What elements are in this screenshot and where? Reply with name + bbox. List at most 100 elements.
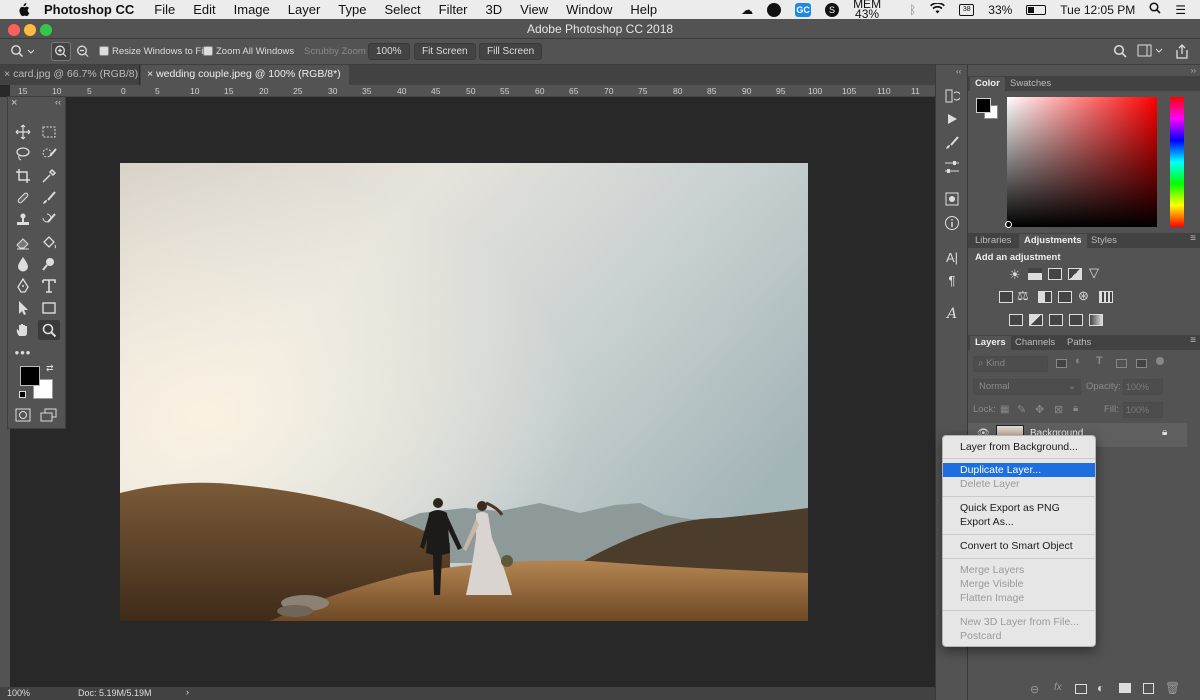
character-panel-icon[interactable]: A| xyxy=(943,248,961,266)
workspace-switcher-icon[interactable] xyxy=(1137,44,1163,61)
history-panel-icon[interactable] xyxy=(943,87,961,105)
tab-adjustments[interactable]: Adjustments xyxy=(1019,234,1087,248)
invert-icon[interactable] xyxy=(1009,314,1023,326)
tab-paths[interactable]: Paths xyxy=(1062,336,1096,350)
more-tools-icon[interactable]: ••• xyxy=(12,342,34,362)
menu-app-name[interactable]: Photoshop CC xyxy=(44,2,134,17)
apple-icon[interactable] xyxy=(16,2,30,17)
fill-screen-button[interactable]: Fill Screen xyxy=(479,43,543,60)
add-mask-icon[interactable] xyxy=(1075,684,1087,694)
lock-artboard-icon[interactable]: ⊠ xyxy=(1054,403,1063,416)
new-layer-icon[interactable] xyxy=(1143,683,1154,694)
brush-settings-icon[interactable] xyxy=(943,134,961,152)
tab-libraries[interactable]: Libraries xyxy=(970,234,1016,248)
panel-menu-icon[interactable]: ≡ xyxy=(1190,233,1196,244)
history-brush-tool-icon[interactable] xyxy=(38,210,60,230)
color-lookup-icon[interactable] xyxy=(1099,291,1113,303)
black-white-icon[interactable] xyxy=(1038,291,1052,303)
default-colors-icon[interactable] xyxy=(19,391,26,398)
actions-panel-icon[interactable] xyxy=(943,110,961,128)
close-tab-icon[interactable]: × xyxy=(4,68,10,80)
filter-shape-icon[interactable] xyxy=(1116,359,1127,368)
menu-item-merge-layers[interactable]: Merge Layers xyxy=(943,563,1095,577)
menu-item-merge-visible[interactable]: Merge Visible xyxy=(943,577,1095,591)
tab-color[interactable]: Color xyxy=(970,77,1005,91)
collapse-panels-icon[interactable]: ›› xyxy=(1191,66,1196,75)
glyphs-panel-icon[interactable]: A xyxy=(943,305,961,323)
gradient-map-icon[interactable] xyxy=(1089,314,1103,326)
menu-item-postcard[interactable]: Postcard xyxy=(943,629,1095,643)
menu-help[interactable]: Help xyxy=(630,2,657,17)
hue-slider[interactable] xyxy=(1170,97,1184,227)
tab-styles[interactable]: Styles xyxy=(1086,234,1122,248)
menu-item-convert-smart-object[interactable]: Convert to Smart Object xyxy=(943,539,1095,553)
menu-item-layer-from-background[interactable]: Layer from Background... xyxy=(943,440,1095,454)
fit-screen-button[interactable]: Fit Screen xyxy=(414,43,476,60)
layers-panel-menu-icon[interactable]: ≡ xyxy=(1190,335,1196,346)
vibrance-icon[interactable]: ▽ xyxy=(1089,265,1099,281)
tab-swatches[interactable]: Swatches xyxy=(1005,77,1056,91)
screen-mode-icon[interactable] xyxy=(40,408,57,425)
quick-mask-icon[interactable] xyxy=(15,408,31,425)
exposure-icon[interactable] xyxy=(1068,268,1082,280)
hand-tool-icon[interactable] xyxy=(12,320,34,340)
eyedropper-tool-icon[interactable] xyxy=(38,166,60,186)
menu-window[interactable]: Window xyxy=(566,2,612,17)
marquee-tool-icon[interactable] xyxy=(38,122,60,142)
paragraph-panel-icon[interactable]: ¶ xyxy=(943,271,961,289)
tab-wedding-couple[interactable]: × wedding couple.jpeg @ 100% (RGB/8*) xyxy=(141,65,349,85)
menu-edit[interactable]: Edit xyxy=(193,2,215,17)
menu-item-delete-layer[interactable]: Delete Layer xyxy=(943,477,1095,491)
color-foreground-swatch[interactable] xyxy=(976,98,991,113)
info-panel-icon[interactable] xyxy=(943,214,961,232)
lock-transparent-icon[interactable]: ▦ xyxy=(1000,404,1009,415)
menu-item-export-as[interactable]: Export As... xyxy=(943,515,1095,529)
menu-image[interactable]: Image xyxy=(234,2,270,17)
menu-item-quick-export-png[interactable]: Quick Export as PNG xyxy=(943,501,1095,515)
menu-extras-icon[interactable]: ☰ xyxy=(1175,3,1186,17)
quick-selection-tool-icon[interactable] xyxy=(38,144,60,164)
wedding-photo[interactable] xyxy=(120,163,808,621)
canvas-area[interactable] xyxy=(10,97,935,687)
curves-icon[interactable] xyxy=(1048,268,1062,280)
clock[interactable]: Tue 12:05 PM xyxy=(1060,3,1135,17)
swap-colors-icon[interactable]: ⇄ xyxy=(46,363,54,374)
status-icon-cloud[interactable]: ☁ xyxy=(741,3,753,17)
rectangle-tool-icon[interactable] xyxy=(38,298,60,318)
paint-bucket-tool-icon[interactable] xyxy=(38,232,60,252)
posterize-icon[interactable] xyxy=(1029,314,1043,326)
clone-source-icon[interactable] xyxy=(943,190,961,208)
type-tool-icon[interactable] xyxy=(38,276,60,296)
new-adjustment-layer-icon[interactable]: ◐ xyxy=(1097,681,1104,695)
tab-card-jpg[interactable]: × card.jpg @ 66.7% (RGB/8) xyxy=(0,65,140,85)
tab-channels[interactable]: Channels xyxy=(1010,336,1060,350)
blur-tool-icon[interactable] xyxy=(12,254,34,274)
threshold-icon[interactable] xyxy=(1049,314,1063,326)
status-menu-arrow-icon[interactable]: › xyxy=(186,687,189,697)
menu-select[interactable]: Select xyxy=(384,2,420,17)
resize-windows-checkbox[interactable] xyxy=(99,46,109,56)
blend-mode-select[interactable]: Normal ⌄ xyxy=(973,379,1081,395)
lock-position-icon[interactable]: ✥ xyxy=(1035,403,1044,416)
clone-stamp-tool-icon[interactable] xyxy=(12,210,34,230)
spotlight-search-icon[interactable] xyxy=(1149,2,1161,17)
zoom-in-icon[interactable] xyxy=(51,42,71,61)
bluetooth-icon[interactable]: ᛒ xyxy=(909,3,916,17)
selective-color-icon[interactable] xyxy=(1069,314,1083,326)
color-field[interactable] xyxy=(1007,97,1157,227)
photo-filter-icon[interactable] xyxy=(1058,291,1072,303)
filter-adjustment-icon[interactable]: ◐ xyxy=(1075,355,1082,367)
lasso-tool-icon[interactable] xyxy=(12,144,34,164)
layer-lock-icon[interactable]: 🔒︎ xyxy=(1162,427,1167,438)
gc-icon[interactable]: GC xyxy=(795,2,812,17)
properties-panel-icon[interactable] xyxy=(943,158,961,176)
zoom-tool-icon[interactable] xyxy=(38,320,60,340)
volume-icon[interactable]: 38 xyxy=(959,3,975,16)
filter-pixel-icon[interactable] xyxy=(1056,359,1067,368)
link-layers-icon[interactable]: ⊖ xyxy=(1030,683,1039,696)
filter-type-icon[interactable]: T xyxy=(1096,355,1103,367)
move-tool-icon[interactable] xyxy=(12,122,34,142)
delete-layer-icon[interactable]: 🗑︎ xyxy=(1165,681,1180,695)
wifi-icon[interactable] xyxy=(930,1,946,17)
close-tab-icon[interactable]: × xyxy=(147,68,153,80)
